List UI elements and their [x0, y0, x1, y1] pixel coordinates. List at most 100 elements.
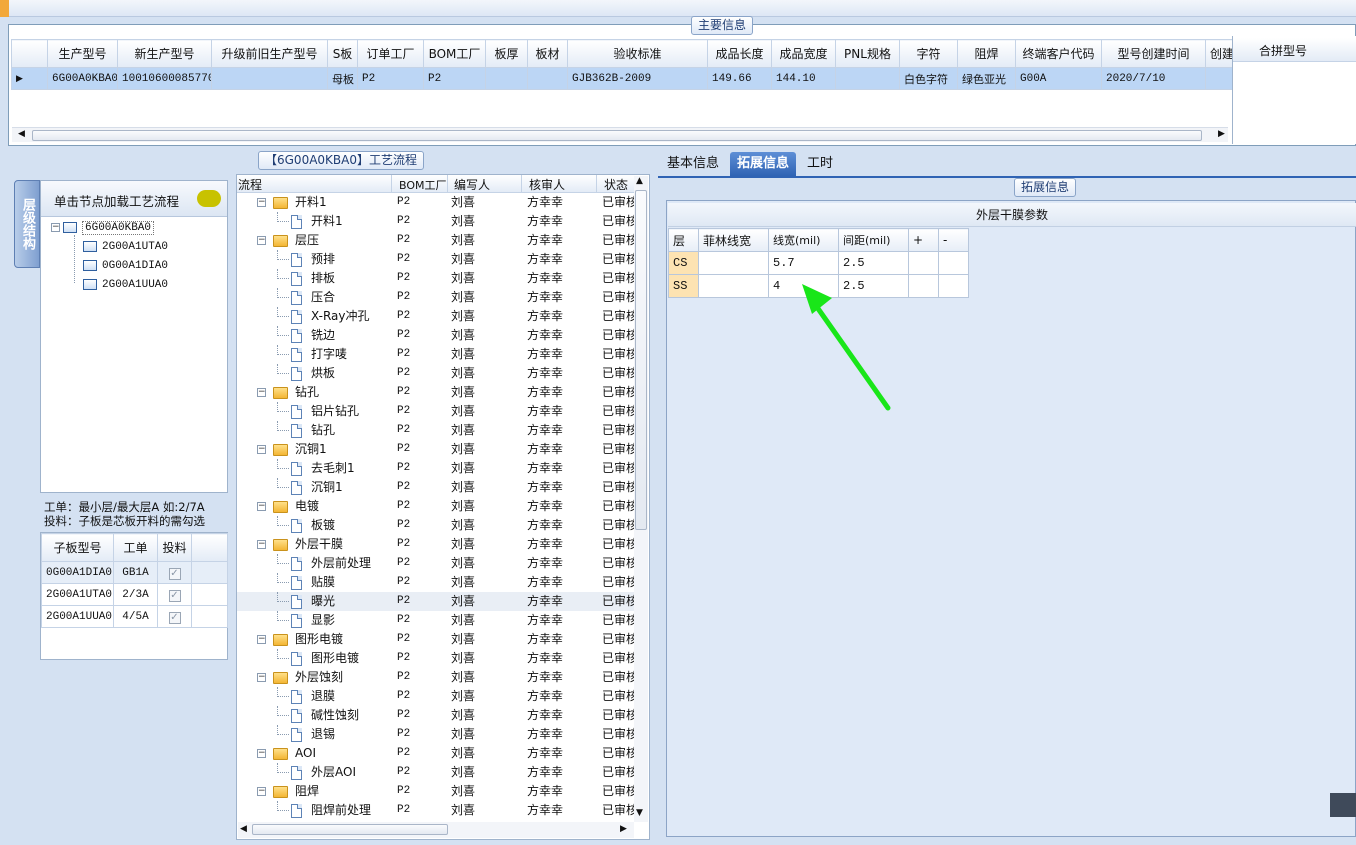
collapse-icon[interactable]: −	[257, 540, 266, 549]
order-cell[interactable]: GB1A	[113, 561, 158, 584]
col-header[interactable]: 工单	[113, 533, 158, 562]
tree-root[interactable]: − 6G00A0KBA0	[51, 218, 155, 236]
expand-toggle[interactable]: −	[257, 497, 269, 516]
process-row[interactable]: 预排 P2 刘喜 方幸幸 已审核	[237, 250, 637, 269]
scroll-up-icon[interactable]: ▲	[636, 176, 643, 186]
collapse-icon[interactable]: −	[51, 222, 60, 232]
feed-checkbox[interactable]: ✓	[157, 605, 192, 628]
process-horizontal-scrollbar[interactable]: ◀ ▶	[238, 822, 634, 838]
collapse-icon[interactable]: −	[257, 445, 266, 454]
checkbox-icon[interactable]: ✓	[168, 590, 181, 602]
process-row[interactable]: − 层压 P2 刘喜 方幸幸 已审核	[237, 231, 637, 250]
col-header[interactable]: S板	[327, 39, 358, 68]
table-row[interactable]: ▶ 6G00A0KBA0 10010600085770 母板 P2 P2 GJB362B-2…	[11, 67, 1244, 90]
remove-cell[interactable]	[938, 274, 969, 298]
cell[interactable]: 144.10	[771, 67, 836, 90]
expand-toggle[interactable]: −	[257, 668, 269, 687]
tree-node[interactable]: 2G00A1UTA0	[83, 237, 168, 255]
col-header[interactable]: BOM工厂	[423, 39, 486, 68]
col-header[interactable]: PNL规格	[835, 39, 900, 68]
col-header[interactable]: 线宽(mil)	[768, 228, 839, 252]
process-row[interactable]: − 阻焊 P2 刘喜 方幸幸 已审核	[237, 782, 637, 801]
cell[interactable]: 149.66	[707, 67, 772, 90]
checkbox-icon[interactable]: ✓	[168, 568, 181, 580]
collapse-icon[interactable]: −	[257, 635, 266, 644]
expand-toggle[interactable]: −	[257, 440, 269, 459]
scroll-down-icon[interactable]: ▼	[636, 808, 643, 818]
cell[interactable]: 2020/7/10	[1101, 67, 1206, 90]
checkbox-icon[interactable]: ✓	[168, 612, 181, 624]
scroll-left-icon[interactable]: ◀	[240, 824, 247, 834]
tab-basic-info[interactable]: 基本信息	[660, 152, 726, 176]
process-row[interactable]: 铝片钻孔 P2 刘喜 方幸幸 已审核	[237, 402, 637, 421]
tab-work-hours[interactable]: 工时	[800, 152, 840, 176]
add-cell[interactable]	[908, 274, 939, 298]
sub-board-grid[interactable]: 子板型号 工单 投料 0G00A1DIA0 GB1A ✓ 2G00A1UTA0 2/3A…	[40, 532, 228, 660]
process-row[interactable]: − 电镀 P2 刘喜 方幸幸 已审核	[237, 497, 637, 516]
col-header[interactable]: 核审人	[529, 176, 565, 193]
col-header[interactable]: 终端客户代码	[1015, 39, 1102, 68]
speech-bubble-icon[interactable]	[197, 190, 221, 207]
cell[interactable]	[835, 67, 900, 90]
feed-checkbox[interactable]: ✓	[157, 561, 192, 584]
expand-toggle[interactable]: −	[257, 383, 269, 402]
resize-grip-icon[interactable]	[1330, 793, 1356, 817]
col-header[interactable]: 状态	[604, 176, 628, 193]
col-header[interactable]: 型号创建时间	[1101, 39, 1206, 68]
sub-model-cell[interactable]: 2G00A1UTA0	[41, 583, 114, 606]
tab-extended-info[interactable]: 拓展信息	[730, 152, 797, 176]
film-width-cell[interactable]	[698, 274, 769, 298]
expand-toggle[interactable]: −	[257, 535, 269, 554]
order-cell[interactable]: 2/3A	[113, 583, 158, 606]
table-row[interactable]: 2G00A1UTA0 2/3A ✓	[41, 583, 228, 606]
collapse-icon[interactable]: −	[257, 388, 266, 397]
process-row[interactable]: − 图形电镀 P2 刘喜 方幸幸 已审核	[237, 630, 637, 649]
cell[interactable]: G00A	[1015, 67, 1102, 90]
process-row[interactable]: 显影 P2 刘喜 方幸幸 已审核	[237, 611, 637, 630]
layer-structure-tree[interactable]: 单击节点加载工艺流程 − 6G00A0KBA0 2G00A1UTA0 0G00A1…	[40, 180, 228, 493]
process-row[interactable]: 退锡 P2 刘喜 方幸幸 已审核	[237, 725, 637, 744]
process-row[interactable]: 图形电镀 P2 刘喜 方幸幸 已审核	[237, 649, 637, 668]
process-row[interactable]: − 外层干膜 P2 刘喜 方幸幸 已审核	[237, 535, 637, 554]
sub-model-cell[interactable]: 0G00A1DIA0	[41, 561, 114, 584]
col-header[interactable]: 菲林线宽	[698, 228, 769, 252]
expand-toggle[interactable]: −	[257, 231, 269, 250]
process-row[interactable]: 阻焊前处理 P2 刘喜 方幸幸 已审核	[237, 801, 637, 820]
film-width-cell[interactable]	[698, 251, 769, 275]
col-header[interactable]: 生产型号	[47, 39, 118, 68]
order-cell[interactable]: 4/5A	[113, 605, 158, 628]
line-width-cell[interactable]: 5.7	[768, 251, 839, 275]
process-row[interactable]: 碱性蚀刻 P2 刘喜 方幸幸 已审核	[237, 706, 637, 725]
col-header[interactable]: 间距(mil)	[838, 228, 909, 252]
process-row[interactable]: 外层AOI P2 刘喜 方幸幸 已审核	[237, 763, 637, 782]
col-header[interactable]: 验收标准	[567, 39, 708, 68]
col-header[interactable]: 阻焊	[957, 39, 1016, 68]
layer-cell[interactable]: SS	[668, 274, 699, 298]
cell[interactable]: P2	[423, 67, 486, 90]
cell[interactable]: 母板	[327, 67, 358, 90]
cell[interactable]: 6G00A0KBA0	[47, 67, 118, 90]
process-row[interactable]: 去毛刺1 P2 刘喜 方幸幸 已审核	[237, 459, 637, 478]
process-tree-grid[interactable]: 流程 BOM工厂 编写人 核审人 状态 − 开料1 P2 刘喜 方幸幸 已审核 开料1 P2 刘…	[236, 174, 650, 840]
table-row[interactable]: CS 5.7 2.5	[668, 251, 969, 275]
sub-model-cell[interactable]: 2G00A1UUA0	[41, 605, 114, 628]
col-header[interactable]: 投料	[157, 533, 192, 562]
col-header[interactable]: 编写人	[454, 176, 490, 193]
collapse-icon[interactable]: −	[257, 749, 266, 758]
scroll-thumb[interactable]	[635, 190, 647, 530]
cell[interactable]	[485, 67, 528, 90]
spacing-cell[interactable]: 2.5	[838, 251, 909, 275]
process-row[interactable]: 曝光 P2 刘喜 方幸幸 已审核	[237, 592, 637, 611]
process-row[interactable]: − 沉铜1 P2 刘喜 方幸幸 已审核	[237, 440, 637, 459]
expand-toggle[interactable]: −	[257, 630, 269, 649]
process-row[interactable]: 开料1 P2 刘喜 方幸幸 已审核	[237, 212, 637, 231]
col-header[interactable]: 成品长度	[707, 39, 772, 68]
col-header[interactable]: 字符	[899, 39, 958, 68]
process-row[interactable]: 排板 P2 刘喜 方幸幸 已审核	[237, 269, 637, 288]
process-row[interactable]: 板镀 P2 刘喜 方幸幸 已审核	[237, 516, 637, 535]
cell[interactable]	[527, 67, 568, 90]
feed-checkbox[interactable]: ✓	[157, 583, 192, 606]
add-row-button[interactable]: +	[908, 228, 939, 252]
process-row[interactable]: 压合 P2 刘喜 方幸幸 已审核	[237, 288, 637, 307]
row-pointer[interactable]: ▶	[11, 67, 48, 90]
